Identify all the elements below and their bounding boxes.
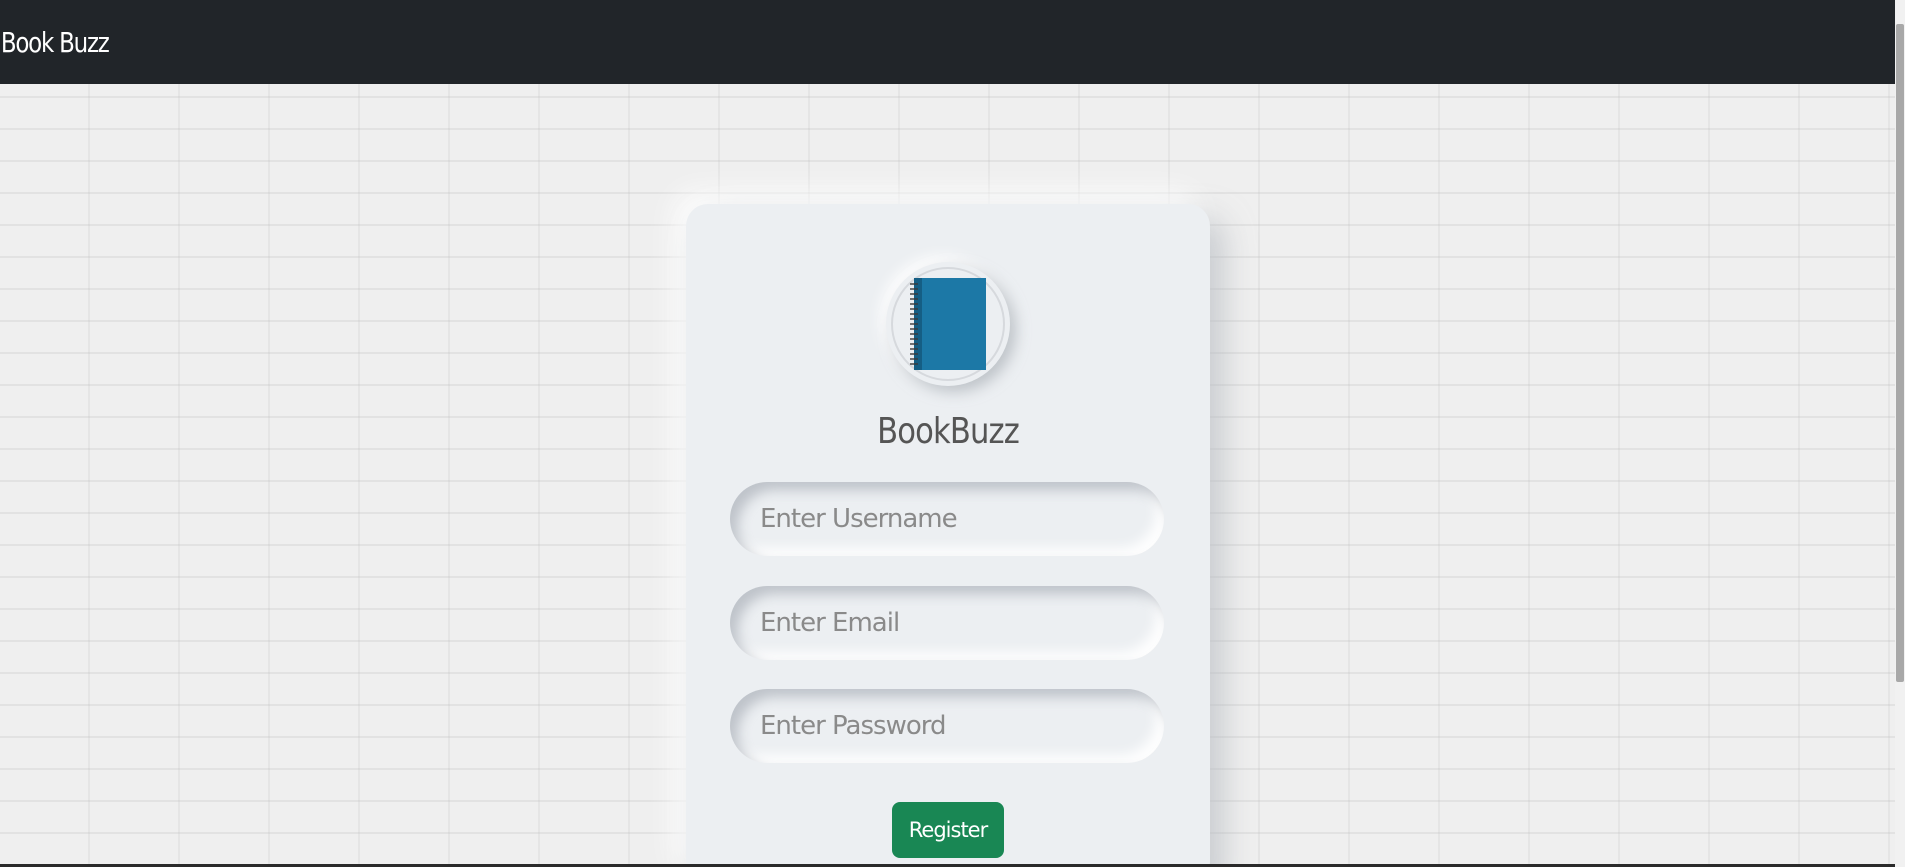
brand-link[interactable]: Book Buzz (0, 26, 110, 59)
vertical-scrollbar[interactable] (1895, 0, 1905, 867)
email-input[interactable] (730, 586, 1164, 660)
notebook-icon (910, 278, 986, 370)
email-field-wrap (730, 586, 1164, 660)
register-card: BookBuzz Register (686, 204, 1210, 867)
password-input[interactable] (730, 689, 1164, 763)
register-button[interactable]: Register (892, 802, 1004, 858)
scrollbar-thumb[interactable] (1896, 24, 1904, 682)
app-title: BookBuzz (877, 411, 1020, 452)
username-field-wrap (730, 482, 1164, 556)
password-field-wrap (730, 689, 1164, 763)
top-navbar: Book Buzz (0, 0, 1895, 84)
username-input[interactable] (730, 482, 1164, 556)
logo (886, 262, 1010, 386)
